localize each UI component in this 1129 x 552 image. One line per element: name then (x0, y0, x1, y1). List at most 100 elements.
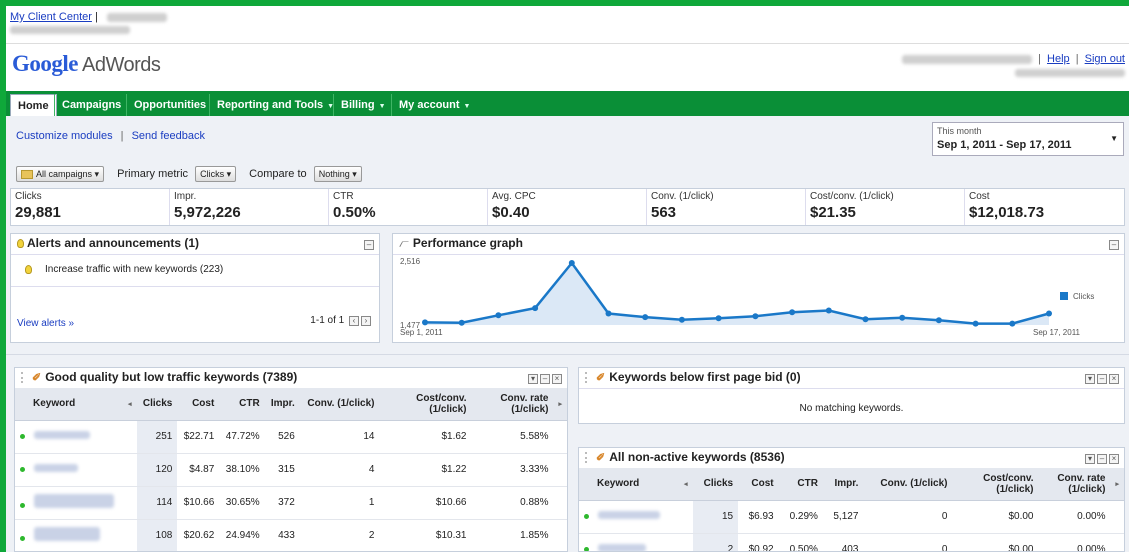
tab-my-account[interactable]: My account ▼ (391, 94, 477, 116)
col-cost-conv[interactable]: Cost/conv. (1/click) (379, 388, 472, 421)
customize-modules-link[interactable]: Customize modules (16, 130, 113, 142)
conv-rate-cell: 3.33% (471, 453, 554, 487)
campaign-select[interactable]: All campaigns ▾ (16, 166, 105, 182)
col-cost[interactable]: Cost (738, 468, 779, 501)
table-row[interactable]: 15 $6.93 0.29% 5,127 0 $0.00 0.00% (579, 500, 1124, 534)
clicks-point-15[interactable] (972, 320, 979, 327)
performance-graph-panel: ⦧ Performance graph – 2,516 1,477 Sep 1, … (392, 233, 1125, 343)
drag-handle-icon[interactable] (585, 452, 590, 464)
metric-impr[interactable]: Impr. 5,972,226 (170, 189, 329, 225)
send-feedback-link[interactable]: Send feedback (132, 130, 205, 142)
drag-handle-icon[interactable] (21, 372, 26, 384)
redacted-account-name (106, 12, 167, 22)
close-icon[interactable]: × (552, 374, 562, 384)
table-row[interactable]: 251 $22.71 47.72% 526 14 $1.62 5.58% (15, 420, 567, 454)
minimize-icon[interactable]: – (1097, 454, 1107, 464)
clicks-point-9[interactable] (752, 313, 759, 320)
metric-clicks[interactable]: Clicks 29,881 (11, 189, 170, 225)
col-conv-rate[interactable]: Conv. rate (1/click) (1038, 468, 1111, 501)
sign-out-link[interactable]: Sign out (1085, 53, 1125, 65)
scroll-left-icon[interactable]: ◂ (679, 468, 693, 501)
col-conv[interactable]: Conv. (1/click) (863, 468, 953, 501)
table-row[interactable]: 120 $4.87 38.10% 315 4 $1.22 3.33% (15, 453, 567, 487)
clicks-point-5[interactable] (605, 310, 612, 317)
clicks-point-11[interactable] (825, 307, 832, 314)
keyword-cell[interactable] (579, 533, 679, 551)
clicks-point-2[interactable] (495, 312, 502, 319)
dropdown-icon[interactable]: ▾ (1085, 454, 1095, 464)
col-ctr[interactable]: CTR (219, 388, 265, 421)
col-clicks[interactable]: Clicks (692, 468, 739, 501)
scroll-right-icon[interactable]: ▸ (553, 388, 567, 421)
metric-avg-cpc[interactable]: Avg. CPC $0.40 (488, 189, 647, 225)
clicks-point-10[interactable] (789, 309, 796, 316)
table-row[interactable]: 108 $20.62 24.94% 433 2 $10.31 1.85% (15, 519, 567, 551)
clicks-point-16[interactable] (1009, 320, 1016, 327)
clicks-point-14[interactable] (935, 317, 942, 324)
help-link[interactable]: Help (1047, 53, 1070, 65)
performance-chart[interactable]: 2,516 1,477 Sep 1, 2011 Sep 17, 2011 Cli… (393, 255, 1124, 341)
metric-ctr[interactable]: CTR 0.50% (329, 189, 488, 225)
col-keyword[interactable]: Keyword (579, 468, 679, 501)
folder-icon (21, 170, 33, 180)
view-alerts-link[interactable]: View alerts » (17, 318, 74, 329)
col-ctr[interactable]: CTR (778, 468, 823, 501)
clicks-point-3[interactable] (532, 305, 539, 312)
tab-opportunities[interactable]: Opportunities (126, 94, 213, 116)
dropdown-icon[interactable]: ▾ (1085, 374, 1095, 384)
col-cost[interactable]: Cost (177, 388, 220, 421)
tab-billing[interactable]: Billing ▼ (333, 94, 393, 116)
clicks-point-6[interactable] (642, 314, 649, 321)
cost-cell: $6.93 (738, 500, 779, 534)
col-keyword[interactable]: Keyword (15, 388, 123, 421)
scroll-right-icon[interactable]: ▸ (1110, 468, 1124, 501)
metric-cost[interactable]: Cost $12,018.73 (965, 189, 1124, 225)
minimize-icon[interactable]: – (540, 374, 550, 384)
tab-home[interactable]: Home (10, 94, 57, 116)
primary-metric-select[interactable]: Clicks ▾ (195, 166, 237, 182)
col-impr[interactable]: Impr. (264, 388, 300, 421)
bfp-header: ✐ Keywords below first page bid (0) (579, 368, 1124, 386)
adwords-logo[interactable]: Google AdWords (12, 51, 161, 77)
impr-cell: 433 (264, 519, 300, 551)
prev-page-icon[interactable]: ‹ (349, 316, 359, 326)
scroll-left-icon[interactable]: ◂ (123, 388, 137, 421)
metric-cost-conv[interactable]: Cost/conv. (1/click) $21.35 (806, 189, 965, 225)
tab-reporting[interactable]: Reporting and Tools ▼ (209, 94, 341, 116)
mcc-link[interactable]: My Client Center (10, 11, 92, 23)
col-cost-conv[interactable]: Cost/conv. (1/click) (952, 468, 1039, 501)
table-row[interactable]: 114 $10.66 30.65% 372 1 $10.66 0.88% (15, 486, 567, 520)
keyword-cell[interactable] (15, 453, 123, 487)
clicks-point-1[interactable] (458, 319, 465, 326)
clicks-point-4[interactable] (568, 260, 575, 266)
metric-conv[interactable]: Conv. (1/click) 563 (647, 189, 806, 225)
clicks-point-8[interactable] (715, 315, 722, 322)
keyword-cell[interactable] (15, 420, 123, 454)
close-icon[interactable]: × (1109, 374, 1119, 384)
minimize-icon[interactable]: – (1097, 374, 1107, 384)
alert-item[interactable]: Increase traffic with new keywords (223) (25, 264, 223, 275)
col-impr[interactable]: Impr. (822, 468, 864, 501)
keyword-cell[interactable] (579, 500, 679, 534)
keyword-cell[interactable] (15, 519, 123, 551)
clicks-point-7[interactable] (678, 316, 685, 323)
col-clicks[interactable]: Clicks (136, 388, 178, 421)
clicks-point-12[interactable] (862, 316, 869, 323)
compare-select[interactable]: Nothing ▾ (313, 166, 362, 182)
minimize-icon[interactable]: – (1109, 240, 1119, 250)
dropdown-icon[interactable]: ▾ (528, 374, 538, 384)
close-icon[interactable]: × (1109, 454, 1119, 464)
keyword-cell[interactable] (15, 486, 123, 520)
chevron-down-icon: ▼ (1110, 134, 1118, 143)
clicks-point-17[interactable] (1046, 310, 1052, 317)
tab-campaigns[interactable]: Campaigns (54, 94, 128, 116)
col-conv[interactable]: Conv. (1/click) (299, 388, 380, 421)
col-conv-rate[interactable]: Conv. rate (1/click) (471, 388, 554, 421)
drag-handle-icon[interactable] (585, 372, 590, 384)
minimize-icon[interactable]: – (364, 240, 374, 250)
date-range-picker[interactable]: This month Sep 1, 2011 - Sep 17, 2011 ▼ (932, 122, 1124, 156)
clicks-point-13[interactable] (899, 314, 906, 321)
next-page-icon[interactable]: › (361, 316, 371, 326)
clicks-point-0[interactable] (422, 319, 428, 326)
table-row[interactable]: 2 $0.92 0.50% 403 0 $0.00 0.00% (579, 533, 1124, 551)
